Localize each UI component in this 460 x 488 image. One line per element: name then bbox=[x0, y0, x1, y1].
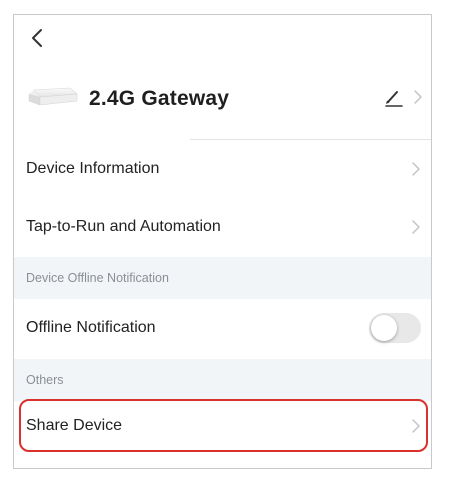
section-title-offline: Device Offline Notification bbox=[26, 271, 169, 285]
toggle-knob bbox=[371, 315, 397, 341]
back-button[interactable] bbox=[22, 23, 52, 53]
gateway-device-image bbox=[28, 87, 78, 106]
chevron-left-icon bbox=[32, 29, 42, 47]
share-device-row[interactable]: Share Device bbox=[14, 397, 431, 455]
device-settings-screen: 2.4G Gateway Device Information Tap-to-R… bbox=[13, 14, 432, 469]
section-title-others: Others bbox=[26, 373, 64, 387]
edit-name-button[interactable] bbox=[383, 87, 405, 109]
device-information-label: Device Information bbox=[26, 160, 160, 177]
offline-notification-label: Offline Notification bbox=[26, 319, 156, 336]
chevron-right-icon bbox=[412, 162, 420, 176]
tap-to-run-label: Tap-to-Run and Automation bbox=[26, 218, 221, 235]
section-header-others: Others bbox=[14, 359, 431, 401]
device-information-row[interactable]: Device Information bbox=[14, 140, 431, 198]
tap-to-run-row[interactable]: Tap-to-Run and Automation bbox=[14, 198, 431, 256]
device-header: 2.4G Gateway bbox=[14, 65, 431, 135]
section-header-offline: Device Offline Notification bbox=[14, 257, 431, 299]
device-name: 2.4G Gateway bbox=[89, 87, 230, 110]
chevron-right-icon bbox=[414, 90, 422, 104]
chevron-right-icon bbox=[412, 419, 420, 433]
offline-notification-row: Offline Notification bbox=[14, 299, 431, 357]
chevron-right-icon bbox=[412, 220, 420, 234]
offline-notification-toggle[interactable] bbox=[369, 313, 421, 343]
pencil-icon bbox=[385, 91, 403, 107]
share-device-label: Share Device bbox=[26, 417, 123, 434]
